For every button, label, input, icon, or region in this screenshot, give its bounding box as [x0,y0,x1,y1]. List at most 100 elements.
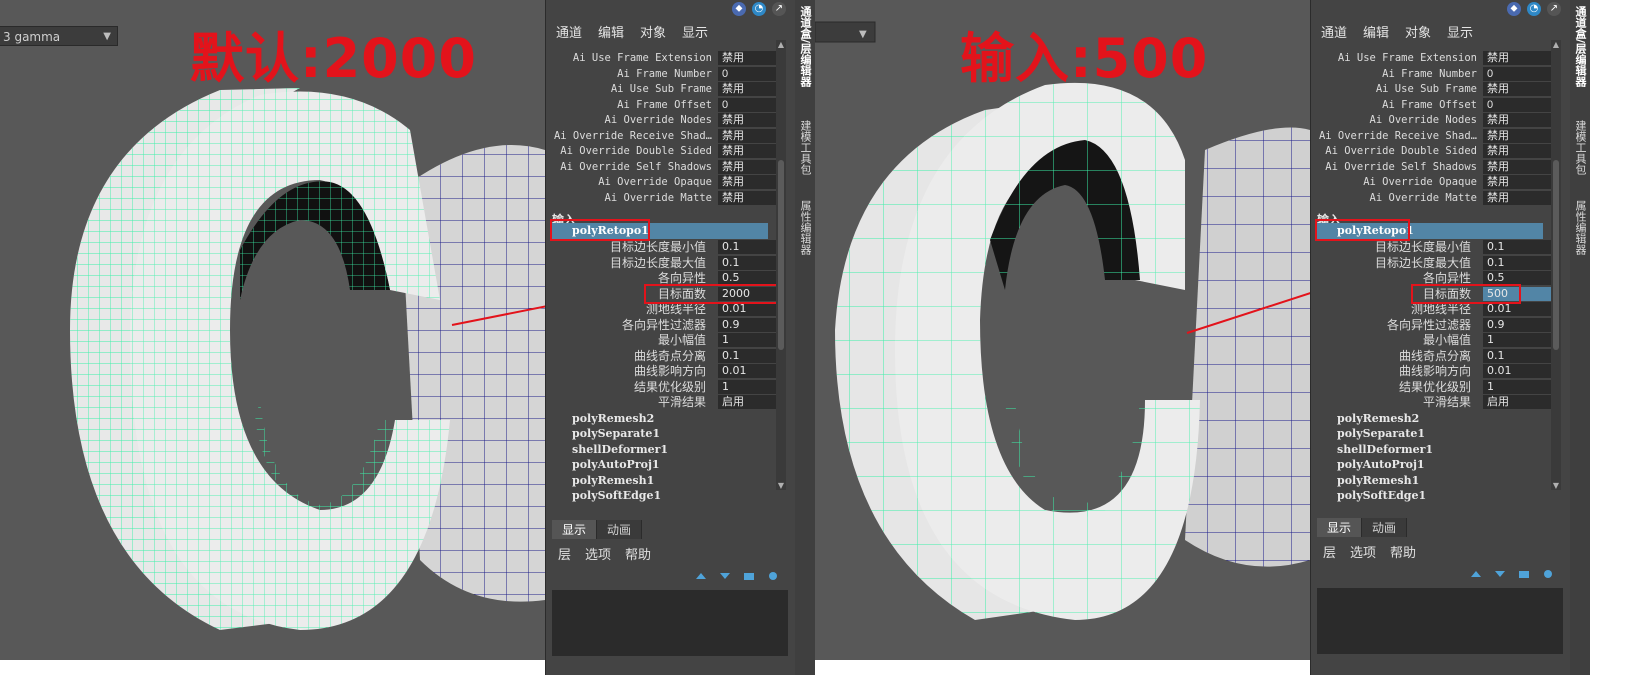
menu-options[interactable]: 选项 [1350,542,1376,561]
layer-list[interactable] [552,590,788,656]
side-tab-modeling-toolkit[interactable]: 建模工具包 [1572,120,1588,175]
side-tab-attribute-editor[interactable]: 属性编辑器 [797,200,813,255]
menu-channels[interactable]: 通道 [556,22,582,41]
param-row[interactable]: 曲线奇点分离 0.1 [546,348,776,364]
param-row[interactable]: 各向异性过滤器 0.9 [1311,317,1551,333]
param-value[interactable]: 0.1 [718,240,776,254]
new-layer-selected-icon[interactable] [766,566,780,580]
menu-channels[interactable]: 通道 [1321,22,1347,41]
attr-value[interactable]: 禁用 [718,128,776,143]
param-value[interactable]: 启用 [1483,395,1551,409]
param-value[interactable]: 0.01 [1483,364,1551,378]
attr-row[interactable]: Ai Override Opaque 禁用 [1311,174,1551,190]
attr-scrollbar[interactable]: ▲ ▼ [776,40,786,490]
param-value[interactable]: 1 [1483,379,1551,394]
viewport-default[interactable]: 3 gamma ▼ 默认:2000 [0,0,545,660]
attr-value[interactable]: 禁用 [718,144,776,158]
tab-animation[interactable]: 动画 [597,520,643,539]
menu-edit[interactable]: 编辑 [598,22,624,41]
param-value[interactable]: 0.9 [718,317,776,332]
gamma-dropdown[interactable]: 3 gamma ▼ [0,26,118,46]
param-value[interactable]: 0.1 [718,348,776,363]
attr-value[interactable]: 禁用 [718,113,776,127]
move-layer-up-icon[interactable] [1469,564,1483,577]
move-layer-down-icon[interactable] [1493,564,1507,577]
attr-value[interactable]: 禁用 [718,82,776,96]
scroll-up-icon[interactable]: ▲ [776,40,786,49]
move-layer-down-icon[interactable] [718,566,732,579]
attr-value[interactable]: 禁用 [718,51,776,65]
attr-row[interactable]: Ai Use Frame Extension 禁用 [1311,50,1551,66]
node-item[interactable]: polyRemesh1 [1337,474,1419,487]
attr-value[interactable]: 禁用 [1483,82,1551,96]
node-item[interactable]: polyRemesh2 [1337,412,1419,425]
scroll-down-icon[interactable]: ▼ [1551,481,1561,490]
attr-value[interactable]: 禁用 [1483,144,1551,158]
attr-row[interactable]: Ai Use Sub Frame 禁用 [546,81,776,97]
attr-scrollbar[interactable]: ▲ ▼ [1551,40,1561,490]
node-item[interactable]: shellDeformer1 [572,443,668,456]
expand-icon[interactable]: ↗ [772,2,786,16]
tab-display[interactable]: 显示 [1317,518,1363,537]
side-tab-modeling-toolkit[interactable]: 建模工具包 [797,120,813,175]
attr-value[interactable]: 禁用 [1483,159,1551,174]
new-layer-selected-icon[interactable] [1541,564,1555,578]
hypershade-icon[interactable]: ◔ [752,2,766,16]
attr-value[interactable]: 禁用 [1483,128,1551,143]
attr-row[interactable]: Ai Use Sub Frame 禁用 [1311,81,1551,97]
menu-layers[interactable]: 层 [558,544,571,563]
side-tab-attribute-editor[interactable]: 属性编辑器 [1572,200,1588,255]
attr-row[interactable]: Ai Override Nodes 禁用 [546,112,776,128]
node-item[interactable]: polyRemesh2 [572,412,654,425]
param-row[interactable]: 平滑结果 启用 [546,394,776,410]
menu-help[interactable]: 帮助 [625,544,651,563]
attr-row[interactable]: Ai Frame Offset 0 [1311,97,1551,113]
new-layer-icon[interactable] [742,566,756,580]
menu-edit[interactable]: 编辑 [1363,22,1389,41]
attr-value[interactable]: 禁用 [718,159,776,174]
attr-value[interactable]: 0 [1483,66,1551,81]
attr-value[interactable]: 禁用 [718,190,776,205]
menu-options[interactable]: 选项 [585,544,611,563]
param-row[interactable]: 最小幅值 1 [1311,332,1551,348]
param-value[interactable]: 0.01 [1483,302,1551,316]
node-item[interactable]: polyAutoProj1 [1337,458,1425,471]
menu-object[interactable]: 对象 [1405,22,1431,41]
param-row[interactable]: 曲线影响方向 0.01 [546,363,776,379]
tab-display[interactable]: 显示 [552,520,598,539]
param-value[interactable]: 0.01 [718,302,776,316]
attr-value[interactable]: 禁用 [1483,51,1551,65]
param-value[interactable]: 0.1 [718,255,776,270]
node-item[interactable]: polyAutoProj1 [572,458,660,471]
menu-display[interactable]: 显示 [682,22,708,41]
param-value[interactable]: 0.1 [1483,240,1551,254]
node-item[interactable]: polySoftEdge1 [1337,489,1426,502]
menu-display[interactable]: 显示 [1447,22,1473,41]
param-value[interactable]: 1 [718,379,776,394]
node-item[interactable]: polyRemesh1 [572,474,654,487]
side-tab-channel-box[interactable]: 通道盒/层编辑器 [1572,6,1588,87]
attr-row[interactable]: Ai Override Double Sided 禁用 [1311,143,1551,159]
param-row[interactable]: 曲线奇点分离 0.1 [1311,348,1551,364]
layer-list[interactable] [1317,588,1563,654]
node-item[interactable]: polySoftEdge1 [572,489,661,502]
attr-row[interactable]: Ai Frame Number 0 [1311,66,1551,82]
attr-row[interactable]: Ai Frame Offset 0 [546,97,776,113]
param-row[interactable]: 曲线影响方向 0.01 [1311,363,1551,379]
param-value[interactable]: 1 [718,333,776,347]
attr-row[interactable]: Ai Override Receive Shad… 禁用 [546,128,776,144]
node-item[interactable]: polySeparate1 [1337,427,1425,440]
attr-row[interactable]: Ai Use Frame Extension 禁用 [546,50,776,66]
param-row[interactable]: 目标边长度最小值 0.1 [546,239,776,255]
attr-row[interactable]: Ai Frame Number 0 [546,66,776,82]
tab-animation[interactable]: 动画 [1362,518,1408,537]
attr-value[interactable]: 禁用 [718,175,776,189]
attr-value[interactable]: 0 [718,66,776,81]
node-item[interactable]: shellDeformer1 [1337,443,1433,456]
move-layer-up-icon[interactable] [694,566,708,579]
menu-object[interactable]: 对象 [640,22,666,41]
node-item[interactable]: polySeparate1 [572,427,660,440]
new-layer-icon[interactable] [1517,564,1531,578]
menu-help[interactable]: 帮助 [1390,542,1416,561]
param-value[interactable]: 启用 [718,395,776,409]
